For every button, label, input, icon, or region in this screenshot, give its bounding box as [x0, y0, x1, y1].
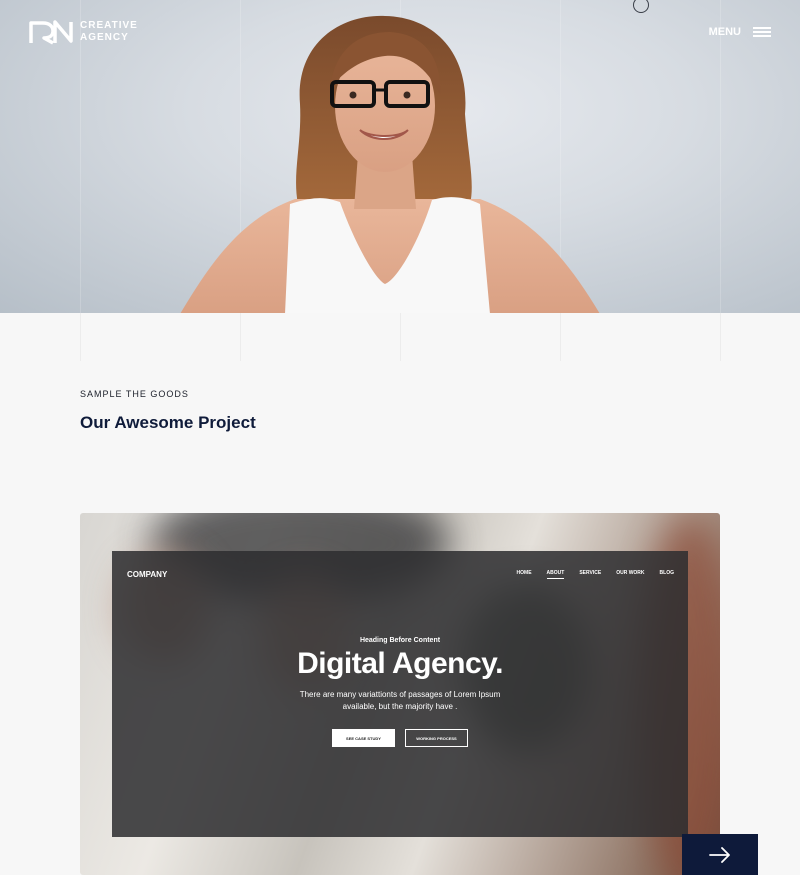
mockup-nav: HOME ABOUT SERVICE OUR WORK BLOG [517, 570, 674, 579]
mockup-nav-service: SERVICE [579, 570, 602, 576]
hamburger-icon [753, 27, 771, 37]
grid-line [240, 313, 241, 361]
mockup-case-study-button: SEE CASE STUDY [332, 729, 395, 747]
website-mockup: COMPANY HOME ABOUT SERVICE OUR WORK BLOG… [112, 551, 688, 837]
mockup-title: Digital Agency. [297, 647, 503, 680]
grid-line [560, 313, 561, 361]
mockup-nav-blog: BLOG [659, 570, 674, 576]
menu-label: MENU [708, 26, 741, 38]
menu-button[interactable]: MENU [709, 26, 771, 38]
mockup-nav-our-work: OUR WORK [616, 570, 645, 576]
arrow-right-icon [709, 846, 730, 863]
mockup-nav-about: ABOUT [546, 570, 565, 579]
project-card[interactable]: COMPANY HOME ABOUT SERVICE OUR WORK BLOG… [80, 513, 720, 875]
logo-text: CREATIVE AGENCY [80, 20, 138, 44]
next-project-button[interactable] [682, 834, 758, 875]
section-eyebrow: SAMPLE THE GOODS [80, 389, 189, 399]
mockup-paragraph: There are many variattionts of passages … [112, 689, 688, 713]
mockup-paragraph-line2: available, but the majority have . [342, 702, 458, 711]
mockup-working-process-button: WORKING PROCESS [405, 729, 468, 747]
grid-line [400, 313, 401, 361]
hero-banner: CREATIVE AGENCY MENU [0, 0, 800, 313]
grid-line [80, 313, 81, 361]
rn-logo-icon [29, 20, 73, 45]
grid-line [80, 0, 81, 313]
logo-line2: AGENCY [80, 32, 129, 43]
mockup-subheading: Heading Before Content [359, 637, 441, 644]
grid-line [720, 0, 721, 313]
brand-logo[interactable]: CREATIVE AGENCY [29, 19, 138, 45]
mockup-paragraph-line1: There are many variattionts of passages … [299, 690, 501, 699]
mockup-buttons: SEE CASE STUDY WORKING PROCESS [112, 729, 688, 747]
page: CREATIVE AGENCY MENU SAMPLE THE GOODS Ou… [0, 0, 800, 875]
mockup-brand: COMPANY [127, 570, 168, 579]
logo-line1: CREATIVE [80, 20, 138, 31]
section-title: Our Awesome Project [80, 413, 256, 432]
hero-person-image [180, 15, 600, 313]
mockup-nav-home: HOME [516, 570, 532, 576]
grid-line [720, 313, 721, 361]
